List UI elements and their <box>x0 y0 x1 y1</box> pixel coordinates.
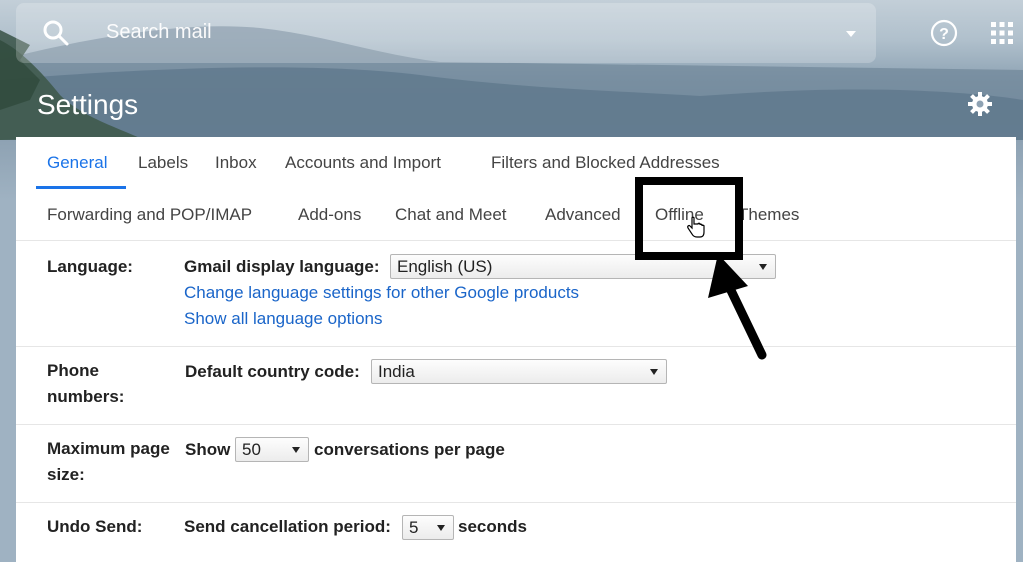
tab-chat-and-meet[interactable]: Chat and Meet <box>395 205 507 225</box>
tab-general[interactable]: General <box>47 153 107 173</box>
divider <box>16 424 1016 425</box>
country-code-select[interactable]: India <box>371 359 667 384</box>
max-page-size-label-line1: Maximum page <box>47 439 170 458</box>
send-cancellation-period-label: Send cancellation period: <box>184 517 391 536</box>
undo-send-label: Undo Send: <box>47 517 143 536</box>
tab-add-ons[interactable]: Add-ons <box>298 205 361 225</box>
hand-cursor-icon <box>687 216 705 238</box>
page-title: Settings <box>37 89 139 120</box>
page-size-select[interactable]: 50 <box>235 437 309 462</box>
apps-grid-icon[interactable] <box>990 21 1014 45</box>
annotation-arrow-icon <box>708 254 767 360</box>
search-input[interactable]: Search mail <box>106 21 212 44</box>
show-all-languages-link[interactable]: Show all language options <box>184 306 382 332</box>
divider <box>16 502 1016 503</box>
help-icon[interactable]: ? <box>930 19 958 47</box>
settings-panel: General Labels Inbox Accounts and Import… <box>16 137 1016 562</box>
default-country-code-label: Default country code: <box>185 362 360 381</box>
tab-advanced[interactable]: Advanced <box>545 205 621 225</box>
cancellation-period-select[interactable]: 5 <box>402 515 454 540</box>
select-arrow-icon <box>437 525 445 531</box>
tab-labels[interactable]: Labels <box>138 153 188 173</box>
settings-tabs-row-2: Forwarding and POP/IMAP Add-ons Chat and… <box>16 189 1016 241</box>
phone-numbers-label-line2: numbers: <box>47 387 125 406</box>
tab-filters-and-blocked-addresses[interactable]: Filters and Blocked Addresses <box>491 153 720 173</box>
display-language-label: Gmail display language: <box>184 257 380 276</box>
tab-themes[interactable]: Themes <box>738 205 799 225</box>
tab-forwarding-and-pop-imap[interactable]: Forwarding and POP/IMAP <box>47 205 252 225</box>
select-arrow-icon <box>650 369 658 375</box>
caret-down-icon[interactable] <box>846 31 856 37</box>
tab-inbox[interactable]: Inbox <box>215 153 257 173</box>
cancellation-period-value: 5 <box>409 518 419 537</box>
country-code-value: India <box>378 362 415 381</box>
svg-text:?: ? <box>939 26 949 43</box>
gear-icon[interactable] <box>966 90 994 118</box>
settings-tabs-row-1: General Labels Inbox Accounts and Import… <box>16 137 1016 189</box>
display-language-value: English (US) <box>397 257 493 276</box>
search-bar[interactable]: Search mail <box>16 3 876 63</box>
select-arrow-icon <box>292 447 300 453</box>
conversations-per-page-label: conversations per page <box>314 440 505 459</box>
change-language-link[interactable]: Change language settings for other Googl… <box>184 280 579 306</box>
phone-numbers-label-line1: Phone <box>47 361 99 380</box>
max-page-size-label-line2: size: <box>47 465 85 484</box>
tab-accounts-and-import[interactable]: Accounts and Import <box>285 153 441 173</box>
page-size-value: 50 <box>242 440 261 459</box>
show-label: Show <box>185 440 231 459</box>
search-icon[interactable] <box>42 19 70 47</box>
language-label: Language: <box>47 257 133 276</box>
divider <box>16 346 1016 347</box>
seconds-label: seconds <box>458 517 527 536</box>
